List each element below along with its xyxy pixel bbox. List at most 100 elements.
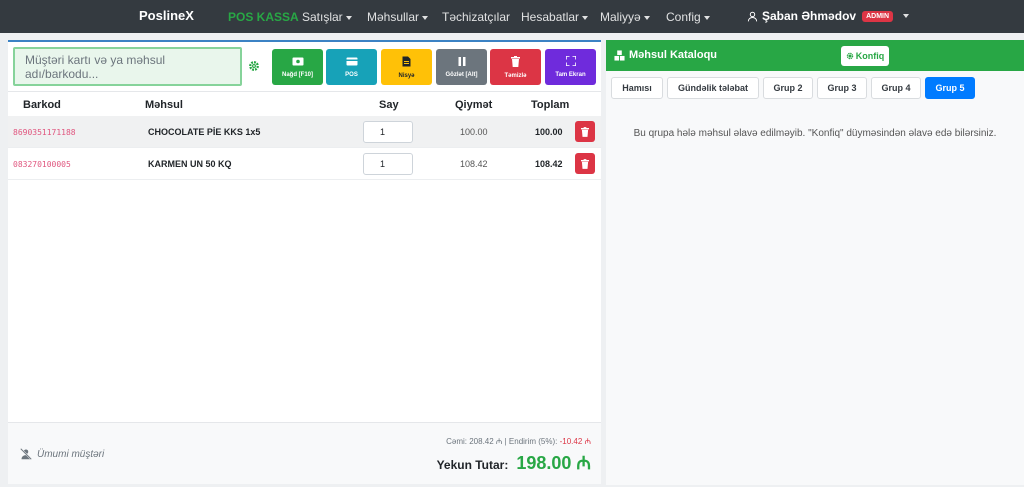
nav-label: Satışlar (302, 10, 343, 24)
nav-label: Maliyyə (600, 10, 641, 24)
fullscreen-icon (564, 55, 577, 70)
customer-selector[interactable]: Ümumi müştəri (20, 448, 104, 460)
catalog-panel: Məhsul Kataloqu Konfiq Hamısı Gündəlik t… (606, 40, 1024, 485)
cash-icon (292, 57, 304, 70)
tab-label: Grup 5 (935, 83, 965, 93)
tab-label: Hamısı (622, 83, 652, 93)
tab-label: Grup 4 (881, 83, 911, 93)
button-label: Təmizlə (504, 72, 527, 79)
col-qty: Say (379, 99, 399, 111)
chevron-down-icon (903, 14, 910, 18)
nav-label: Təchizatçılar (442, 10, 511, 24)
cash-button[interactable]: Nağd [F10] (272, 49, 323, 85)
tab-grup-5[interactable]: Grup 5 (925, 77, 975, 99)
col-total: Toplam (531, 99, 570, 111)
role-badge: ADMIN (862, 10, 894, 22)
empty-group-message: Bu qrupa hələ məhsul əlavə edilməyib. "K… (633, 128, 997, 139)
button-label: POS (345, 71, 358, 78)
grand-total-value: 198.00 ₼ (516, 453, 591, 473)
catalog-header: Məhsul Kataloqu Konfiq (606, 40, 1024, 71)
user-menu[interactable]: Şaban Əhmədov ADMIN (747, 9, 910, 23)
nav-maliyye[interactable]: Maliyyə (600, 10, 650, 24)
user-slash-icon (20, 448, 32, 460)
discount-value: -10.42 ₼ (559, 437, 591, 446)
pos-card-button[interactable]: POS (326, 49, 377, 85)
table-row[interactable]: 8690351171188 CHOCOLATE PİE KKS 1x5 1 10… (8, 116, 601, 148)
table-row[interactable]: 083270100005 KARMEN UN 50 KQ 1 108.42 10… (8, 148, 601, 180)
nav-satislar[interactable]: Satışlar (302, 10, 352, 24)
row-barcode: 8690351171188 (13, 128, 76, 137)
button-label: Nağd [F10] (281, 71, 313, 78)
row-product: KARMEN UN 50 KQ (148, 159, 232, 169)
tab-gundelik-telebat[interactable]: Gündəlik tələbat (667, 77, 759, 99)
tab-grup-2[interactable]: Grup 2 (763, 77, 813, 99)
button-label: Gözlət [Alt] (445, 71, 478, 78)
tab-grup-4[interactable]: Grup 4 (871, 77, 921, 99)
button-label: Tam Ekran (555, 72, 586, 78)
tab-label: Gündəlik tələbat (677, 83, 748, 93)
card-icon (346, 57, 358, 70)
trash-icon (581, 158, 589, 169)
search-input[interactable]: Müştəri kartı və ya məhsul adı/barkodu..… (13, 47, 242, 86)
button-label: Nisyə (398, 72, 415, 79)
tab-hamisi[interactable]: Hamısı (611, 77, 663, 99)
grand-total: Yekun Tutar: 198.00 ₼ (437, 451, 591, 475)
trash-icon (581, 126, 589, 137)
totals-footer: Ümumi müştəri Cəmi: 208.42 ₼ | Endirim (… (8, 422, 601, 484)
chevron-down-icon (345, 15, 352, 20)
chevron-down-icon (582, 15, 589, 20)
nav-pos-kassa[interactable]: POS KASSA (228, 10, 299, 24)
hold-button[interactable]: Gözlət [Alt] (436, 49, 487, 85)
row-product: CHOCOLATE PİE KKS 1x5 (148, 127, 261, 137)
quantity-input[interactable]: 1 (363, 121, 413, 143)
gear-icon[interactable] (246, 54, 262, 78)
delete-row-button[interactable] (575, 153, 595, 174)
row-price: 100.00 (460, 127, 488, 137)
pos-panel: Müştəri kartı və ya məhsul adı/barkodu..… (8, 40, 601, 484)
search-placeholder: Müştəri kartı və ya məhsul adı/barkodu..… (25, 52, 166, 81)
tab-grup-3[interactable]: Grup 3 (817, 77, 867, 99)
chevron-down-icon (643, 15, 650, 20)
invoice-icon (402, 56, 411, 71)
row-total: 108.42 (535, 159, 563, 169)
fullscreen-button[interactable]: Tam Ekran (545, 49, 596, 85)
catalog-title: Məhsul Kataloqu (614, 49, 717, 61)
user-name: Şaban Əhmədov (762, 9, 857, 23)
nav-label: Məhsullar (367, 10, 420, 24)
trash-icon (511, 55, 520, 71)
subtotal-summary: Cəmi: 208.42 ₼ | Endirim (5%): -10.42 ₼ (446, 436, 591, 447)
top-navbar: PoslineX POS KASSA Satışlar Məhsullar Tə… (0, 0, 1024, 33)
quantity-input[interactable]: 1 (363, 153, 413, 175)
customer-name: Ümumi müştəri (37, 448, 105, 460)
credit-button[interactable]: Nisyə (381, 49, 432, 85)
tab-label: Grup 3 (827, 83, 857, 93)
row-barcode: 083270100005 (13, 160, 71, 169)
nav-label: POS KASSA (228, 10, 299, 24)
chevron-down-icon (422, 15, 429, 20)
row-price: 108.42 (460, 159, 488, 169)
delete-row-button[interactable] (575, 121, 595, 142)
konfig-button[interactable]: Konfiq (841, 46, 889, 66)
nav-mehsullar[interactable]: Məhsullar (367, 10, 429, 24)
table-header: Barkod Məhsul Say Qiymət Toplam (8, 92, 601, 116)
nav-config[interactable]: Config (666, 10, 710, 24)
tab-label: Grup 2 (773, 83, 803, 93)
chevron-down-icon (703, 15, 710, 20)
col-price: Qiymət (455, 99, 493, 111)
grand-total-label: Yekun Tutar: (436, 458, 509, 472)
subtotal-text: Cəmi: 208.42 ₼ | Endirim (5%): (446, 437, 558, 446)
pause-icon (458, 56, 466, 70)
col-barcode: Barkod (23, 99, 61, 111)
konfig-label: Konfiq (855, 51, 885, 61)
catalog-title-text: Məhsul Kataloqu (629, 49, 718, 61)
nav-techizatcilar[interactable]: Təchizatçılar (442, 10, 510, 24)
user-icon (747, 11, 758, 21)
row-total: 100.00 (535, 127, 563, 137)
boxes-icon (614, 49, 625, 61)
clear-button[interactable]: Təmizlə (490, 49, 541, 85)
brand-logo[interactable]: PoslineX (139, 8, 194, 23)
gear-icon (846, 52, 853, 60)
col-product: Məhsul (145, 99, 183, 111)
nav-hesabatlar[interactable]: Hesabatlar (521, 10, 589, 24)
nav-label: Config (666, 10, 701, 24)
